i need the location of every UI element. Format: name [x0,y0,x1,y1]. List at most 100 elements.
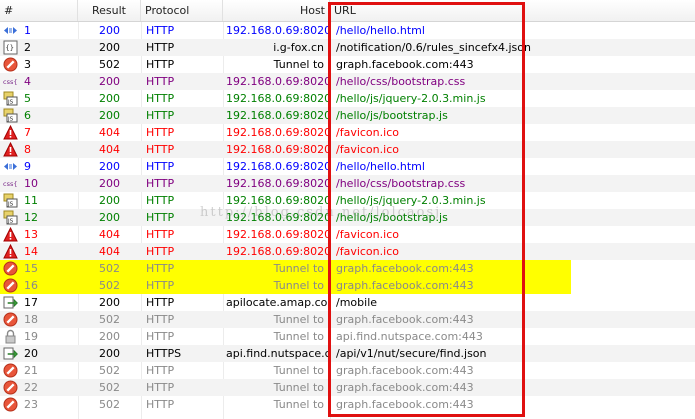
session-row[interactable]: 22 502 HTTP Tunnel to graph.facebook.com:443 [0,379,695,396]
session-row[interactable]: JS 6 200 HTTP 192.168.0.69:8020/hello/js/boo… [0,107,695,124]
session-host: 192.168.0.69:8020 [226,143,329,156]
session-row[interactable]: 14 404 HTTP 192.168.0.69:8020/favicon.ico [0,243,695,260]
session-number: 21 [24,364,38,377]
session-protocol: HTTP [146,330,175,343]
session-row[interactable]: 23 502 HTTP Tunnel to graph.facebook.com:443 [0,396,695,413]
session-row[interactable]: 1 200 HTTP 192.168.0.69:8020/hello/hello.ht… [0,22,695,39]
session-host: 192.168.0.69:8020 [226,109,329,122]
session-row[interactable]: JS 5 200 HTTP 192.168.0.69:8020/hello/js/jqu… [0,90,695,107]
session-result: 200 [99,177,120,190]
session-protocol: HTTP [146,109,175,122]
session-number: 11 [24,194,38,207]
session-url: /hello/js/jquery-2.0.3.min.js [336,92,486,105]
column-header-url[interactable]: URL [330,0,695,21]
session-url: /hello/js/bootstrap.js [336,211,448,224]
session-host: Tunnel to [273,279,324,292]
session-host: 192.168.0.69:8020 [226,228,329,241]
session-host: 192.168.0.69:8020 [226,211,329,224]
session-result: 200 [99,296,120,309]
session-result: 502 [99,279,120,292]
session-row[interactable]: JS 11 200 HTTP 192.168.0.69:8020/hello/js/jq… [0,192,695,209]
session-row[interactable]: 16 502 HTTP Tunnel to graph.facebook.com:443 [0,277,571,294]
session-row[interactable]: 19 200 HTTP Tunnel to api.find.nutspace.com:… [0,328,695,345]
session-url: graph.facebook.com:443 [336,279,474,292]
session-number: 1 [24,24,31,37]
session-host: 192.168.0.69:8020 [226,245,329,258]
session-number: 18 [24,313,38,326]
session-protocol: HTTP [146,262,175,275]
session-row[interactable]: 9 200 HTTP 192.168.0.69:8020/hello/hello.ht… [0,158,695,175]
column-header-result[interactable]: Result [78,0,141,21]
session-host: 192.168.0.69:8020 [226,160,329,173]
session-number: 2 [24,41,31,54]
session-url: /favicon.ico [336,245,399,258]
session-number: 4 [24,75,31,88]
session-url: graph.facebook.com:443 [336,313,474,326]
session-result: 200 [99,194,120,207]
session-number: 14 [24,245,38,258]
session-result: 404 [99,228,120,241]
session-row[interactable]: 13 404 HTTP 192.168.0.69:8020/favicon.ico [0,226,695,243]
session-host: Tunnel to [273,262,324,275]
session-row[interactable]: 17 200 HTTP apilocate.amap.com/mobile [0,294,695,311]
session-row[interactable]: 21 502 HTTP Tunnel to graph.facebook.com:443 [0,362,695,379]
session-row[interactable]: 7 404 HTTP 192.168.0.69:8020/favicon.ico [0,124,695,141]
session-url: graph.facebook.com:443 [336,381,474,394]
session-host: i.g-fox.cn [273,41,324,54]
column-header-host[interactable]: Host [223,0,330,21]
session-row[interactable]: {} 2 200 HTTP i.g-fox.cn/notification/0.6/ru… [0,39,695,56]
session-url: /hello/hello.html [336,24,425,37]
session-url: /favicon.ico [336,228,399,241]
session-protocol: HTTP [146,92,175,105]
session-number: 6 [24,109,31,122]
session-row[interactable]: JS 12 200 HTTP 192.168.0.69:8020/hello/js/bo… [0,209,695,226]
session-protocol: HTTP [146,41,175,54]
session-row[interactable]: css{10 200 HTTP 192.168.0.69:8020/hello/css… [0,175,695,192]
session-protocol: HTTP [146,296,175,309]
session-protocol: HTTP [146,58,175,71]
session-host: 192.168.0.69:8020 [226,92,329,105]
session-row[interactable]: 3 502 HTTP Tunnel to graph.facebook.com:443 [0,56,695,73]
session-protocol: HTTP [146,228,175,241]
session-result: 200 [99,24,120,37]
session-result: 200 [99,75,120,88]
session-host: Tunnel to [273,398,324,411]
session-result: 502 [99,381,120,394]
session-number: 5 [24,92,31,105]
session-url: api.find.nutspace.com:443 [336,330,483,343]
session-url: /hello/css/bootstrap.css [336,177,466,190]
session-protocol: HTTP [146,381,175,394]
session-host: Tunnel to [273,330,324,343]
session-url: /hello/css/bootstrap.css [336,75,466,88]
session-url: graph.facebook.com:443 [336,58,474,71]
column-header-protocol[interactable]: Protocol [141,0,223,21]
session-result: 200 [99,92,120,105]
session-host: 192.168.0.69:8020 [226,24,329,37]
session-url: graph.facebook.com:443 [336,364,474,377]
session-number: 13 [24,228,38,241]
session-row[interactable]: css{4 200 HTTP 192.168.0.69:8020/hello/css/… [0,73,695,90]
session-protocol: HTTP [146,313,175,326]
column-header-num[interactable]: # [0,0,78,21]
session-row[interactable]: 8 404 HTTP 192.168.0.69:8020/favicon.ico [0,141,695,158]
session-host: Tunnel to [273,58,324,71]
session-protocol: HTTP [146,364,175,377]
session-url: /favicon.ico [336,143,399,156]
session-number: 19 [24,330,38,343]
session-number: 17 [24,296,38,309]
session-number: 3 [24,58,31,71]
session-host: Tunnel to [273,381,324,394]
session-url: /notification/0.6/rules_sincefx4.json [336,41,531,54]
session-protocol: HTTP [146,160,175,173]
session-row[interactable]: 18 502 HTTP Tunnel to graph.facebook.com:443 [0,311,695,328]
session-result: 200 [99,160,120,173]
session-host: 192.168.0.69:8020 [226,177,329,190]
session-number: 22 [24,381,38,394]
session-result: 502 [99,58,120,71]
session-row[interactable]: 20 200 HTTPS api.find.nutspace.com/api/v1/n… [0,345,695,362]
session-url: /api/v1/nut/secure/find.json [336,347,487,360]
session-result: 502 [99,313,120,326]
session-url: /hello/js/jquery-2.0.3.min.js [336,194,486,207]
session-url: /mobile [336,296,378,309]
session-row[interactable]: 15 502 HTTP Tunnel to graph.facebook.com:443 [0,260,571,277]
